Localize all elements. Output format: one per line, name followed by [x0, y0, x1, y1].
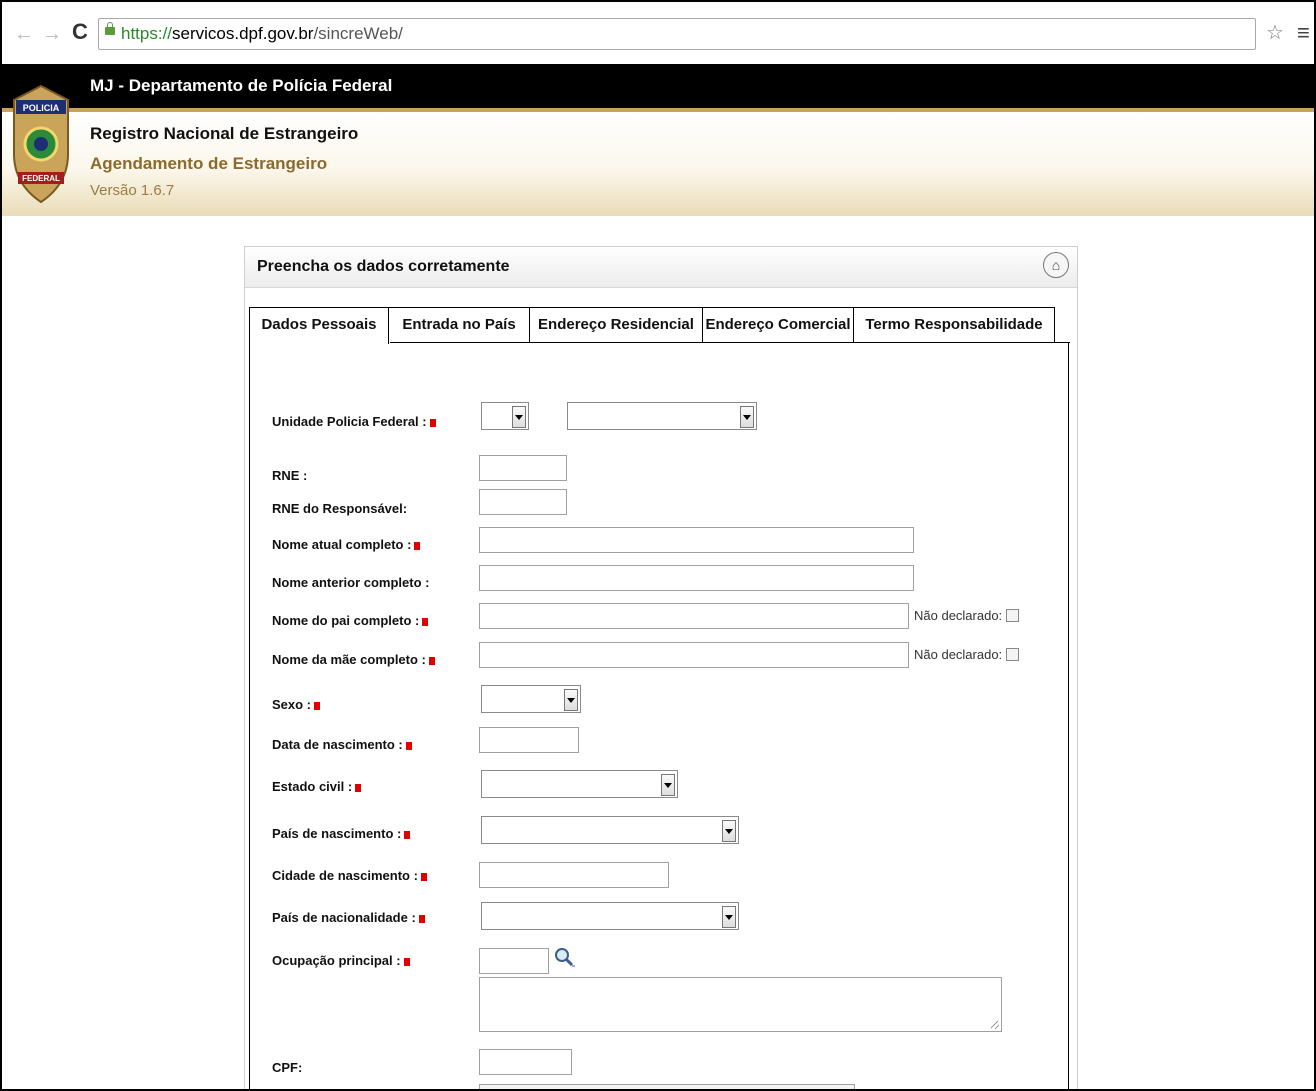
badge-top-text: POLICIA [23, 103, 60, 113]
url-host: servicos.dpf.gov.br [172, 24, 314, 43]
required-marker [418, 915, 425, 923]
chevron-down-icon [722, 906, 736, 928]
browser-menu-icon[interactable]: ≡ [1297, 20, 1310, 46]
next-field-input[interactable] [479, 1084, 855, 1089]
ocupacao-description-textarea[interactable] [479, 977, 1002, 1032]
reload-icon[interactable]: C [72, 21, 88, 43]
required-marker [414, 542, 421, 550]
pais-nascimento-label-text: País de nascimento : [272, 826, 402, 841]
unidade-label: Unidade Policia Federal : [272, 414, 436, 429]
data-nascimento-label: Data de nascimento : [272, 737, 412, 752]
rne-responsavel-label: RNE do Responsável: [272, 501, 408, 516]
nome-mae-label: Nome da mãe completo : [272, 652, 435, 667]
pai-nao-declarado-label: Não declarado: [914, 608, 1003, 623]
sexo-label: Sexo : [272, 697, 321, 712]
nome-anterior-label: Nome anterior completo : [272, 575, 430, 590]
pai-nao-declarado: Não declarado: [914, 608, 1020, 623]
chevron-down-icon [722, 820, 736, 842]
estado-civil-label-text: Estado civil : [272, 779, 353, 794]
tab-endereco-comercial[interactable]: Endereço Comercial [702, 307, 854, 342]
search-icon[interactable] [553, 946, 575, 968]
nome-mae-input[interactable] [479, 642, 909, 668]
required-marker [403, 958, 410, 966]
chevron-down-icon [740, 406, 754, 428]
nome-anterior-input[interactable] [479, 565, 914, 591]
url-scheme: https:// [121, 24, 173, 43]
lock-icon [105, 22, 115, 35]
system-name: Registro Nacional de Estrangeiro [90, 124, 359, 143]
police-badge-icon: POLICIA FEDERAL [13, 84, 69, 204]
address-bar[interactable]: https://servicos.dpf.gov.br/sincreWeb/ [98, 18, 1256, 50]
url-path: /sincreWeb/ [313, 24, 403, 43]
mae-nao-declarado-checkbox[interactable] [1006, 648, 1020, 661]
cidade-nascimento-input[interactable] [479, 862, 669, 888]
unidade-label-text: Unidade Policia Federal : [272, 414, 427, 429]
required-marker [422, 618, 429, 626]
nome-mae-label-text: Nome da mãe completo : [272, 652, 426, 667]
header-bar: MJ - Departamento de Polícia Federal [2, 64, 1314, 108]
cidade-nascimento-label-text: Cidade de nascimento : [272, 868, 418, 883]
version-text: Versão 1.6.7 [90, 182, 175, 199]
nome-pai-label: Nome do pai completo : [272, 613, 429, 628]
required-marker [355, 784, 362, 792]
nome-atual-input[interactable] [479, 527, 914, 553]
header-title: MJ - Departamento de Polícia Federal [90, 76, 393, 95]
cpf-label: CPF: [272, 1060, 303, 1075]
ocupacao-label-text: Ocupação principal : [272, 953, 401, 968]
pais-nacionalidade-label: País de nacionalidade : [272, 910, 425, 925]
uf-select[interactable] [481, 402, 529, 430]
required-marker [405, 742, 412, 750]
chevron-down-icon [661, 774, 675, 796]
browser-toolbar: ← → C https://servicos.dpf.gov.br/sincre… [2, 2, 1314, 64]
required-marker [429, 419, 436, 427]
rne-responsavel-input[interactable] [479, 489, 567, 515]
sexo-select[interactable] [481, 685, 581, 713]
forward-arrow-icon[interactable]: → [42, 24, 62, 44]
pais-nacionalidade-label-text: País de nacionalidade : [272, 910, 416, 925]
mae-nao-declarado-label: Não declarado: [914, 647, 1003, 662]
module-name: Agendamento de Estrangeiro [90, 154, 328, 173]
pai-nao-declarado-checkbox[interactable] [1006, 609, 1020, 622]
estado-civil-select[interactable] [481, 770, 678, 798]
tab-dados-pessoais[interactable]: Dados Pessoais [249, 307, 389, 344]
chevron-down-icon [512, 406, 526, 428]
nome-atual-label-text: Nome atual completo : [272, 537, 412, 552]
chevron-down-icon [564, 689, 578, 711]
nome-atual-label: Nome atual completo : [272, 537, 421, 552]
sexo-label-text: Sexo : [272, 697, 312, 712]
nome-pai-label-text: Nome do pai completo : [272, 613, 420, 628]
resize-grip-icon[interactable] [991, 1021, 999, 1029]
data-nascimento-label-text: Data de nascimento : [272, 737, 403, 752]
panel-header: Preencha os dados corretamente ⌂ [245, 247, 1077, 288]
home-icon[interactable]: ⌂ [1043, 252, 1069, 278]
tab-entrada-no-pais[interactable]: Entrada no País [388, 307, 530, 342]
pais-nascimento-label: País de nascimento : [272, 826, 411, 841]
unidade-select[interactable] [567, 402, 757, 430]
back-arrow-icon[interactable]: ← [14, 24, 34, 44]
required-marker [314, 702, 321, 710]
required-marker [404, 831, 411, 839]
pais-nascimento-select[interactable] [481, 816, 739, 844]
cpf-input[interactable] [479, 1049, 572, 1075]
tab-endereco-residencial[interactable]: Endereço Residencial [529, 307, 703, 342]
cidade-nascimento-label: Cidade de nascimento : [272, 868, 427, 883]
subheader: Registro Nacional de Estrangeiro Agendam… [2, 112, 1314, 216]
tab-termo-responsabilidade[interactable]: Termo Responsabilidade [853, 307, 1055, 342]
page-frame: ← → C https://servicos.dpf.gov.br/sincre… [0, 0, 1316, 1091]
required-marker [420, 873, 427, 881]
data-nascimento-input[interactable] [479, 727, 579, 753]
bookmark-star-icon[interactable]: ☆ [1266, 20, 1284, 45]
panel-title: Preencha os dados corretamente [257, 258, 510, 275]
rne-label: RNE : [272, 468, 308, 483]
pais-nacionalidade-select[interactable] [481, 902, 739, 930]
ocupacao-code-input[interactable] [479, 948, 549, 974]
badge-bottom-text: FEDERAL [22, 174, 60, 183]
mae-nao-declarado: Não declarado: [914, 647, 1020, 662]
estado-civil-label: Estado civil : [272, 779, 362, 794]
url-text: https://servicos.dpf.gov.br/sincreWeb/ [121, 24, 403, 44]
rne-input[interactable] [479, 455, 567, 481]
nome-pai-input[interactable] [479, 603, 909, 629]
required-marker [428, 657, 435, 665]
ocupacao-label: Ocupação principal : [272, 953, 410, 968]
